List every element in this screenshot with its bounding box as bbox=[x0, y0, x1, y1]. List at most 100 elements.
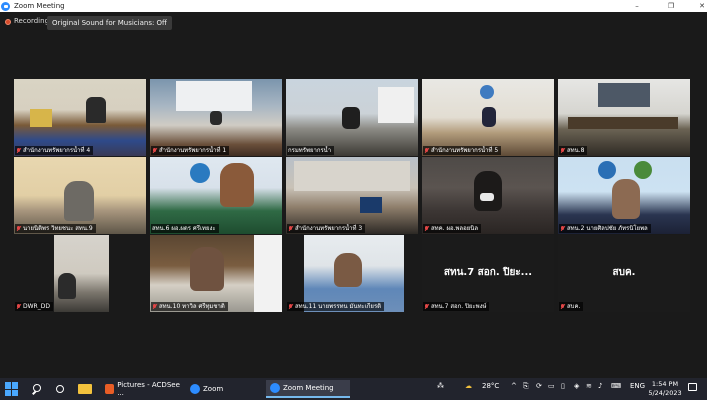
mic-muted-icon bbox=[560, 303, 565, 310]
participant-tile[interactable]: สำนักงานทรัพยากรน้ำที่ 5 bbox=[422, 79, 554, 156]
mic-muted-icon bbox=[288, 303, 293, 310]
participant-display-name: สทน.7 สอก. ปิยะ... bbox=[443, 267, 533, 278]
participant-name-tag: สทน.8 bbox=[559, 146, 588, 155]
participant-tile[interactable]: สทน.6 ผอ.ผดร ศรีเทยงะ bbox=[150, 157, 282, 234]
person-silhouette bbox=[86, 97, 106, 123]
participant-name: กรมทรัพยากรน้ำ bbox=[288, 147, 332, 154]
file-explorer-icon[interactable] bbox=[78, 384, 92, 394]
windows-start-icon[interactable] bbox=[5, 382, 19, 396]
participant-name: นายนิติพร วิทยชนะ สทน.9 bbox=[23, 225, 93, 232]
participant-tile[interactable]: DWR_DD bbox=[14, 235, 146, 312]
battery-icon[interactable]: ▯ bbox=[561, 382, 565, 390]
notification-icon[interactable] bbox=[688, 383, 697, 391]
participant-name: สบค. bbox=[567, 303, 581, 310]
participant-name: สทน.10 ทาวิล ศรีทุมชาติ bbox=[159, 303, 225, 310]
wall-screen bbox=[598, 83, 650, 107]
participant-name-tag: สทน.11 นายพรรทน มันทะเกียรติ bbox=[287, 302, 385, 311]
participant-tile[interactable]: สทน.8 bbox=[558, 79, 690, 156]
whiteboard bbox=[378, 87, 414, 123]
participant-name-tag: สทค. ผอ.พลอยนิล bbox=[423, 224, 482, 233]
participant-name: DWR_DD bbox=[23, 303, 50, 310]
taskbar-app-label: Zoom Meeting bbox=[283, 384, 334, 392]
sync-icon[interactable]: ⟳ bbox=[536, 382, 542, 390]
taskbar-app-zoom-meeting[interactable]: Zoom Meeting bbox=[266, 380, 350, 398]
recording-label[interactable]: Recording bbox=[14, 17, 49, 25]
wifi-icon[interactable]: ≋ bbox=[586, 382, 592, 390]
clock-date: 5/24/2023 bbox=[648, 389, 682, 397]
original-sound-toggle[interactable]: Original Sound for Musicians: Off bbox=[47, 16, 172, 30]
person-silhouette bbox=[342, 107, 360, 129]
participant-name: สทค. ผอ.พลอยนิล bbox=[431, 225, 479, 232]
participant-tile[interactable]: สทค. ผอ.พลอยนิล bbox=[422, 157, 554, 234]
person-silhouette bbox=[482, 107, 496, 127]
participant-tile[interactable]: สทน.2 นายศิลปชัย ภัทรนิโยพล bbox=[558, 157, 690, 234]
projector-screen bbox=[176, 81, 252, 111]
people-icon[interactable]: ⁂ bbox=[437, 382, 444, 390]
weather-temperature[interactable]: 28°C bbox=[482, 382, 499, 390]
mic-muted-icon bbox=[424, 303, 429, 310]
participant-name: สทน.2 นายศิลปชัย ภัทรนิโยพล bbox=[567, 225, 648, 232]
participant-tile[interactable]: สำนักงานทรัพยากรน้ำที่ 1 bbox=[150, 79, 282, 156]
volume-icon[interactable]: ♪ bbox=[598, 382, 602, 390]
taskbar-app-label: Pictures - ACDSee ... bbox=[117, 381, 180, 397]
mic-muted-icon bbox=[560, 225, 565, 232]
participant-tile[interactable]: สทน.10 ทาวิล ศรีทุมชาติ bbox=[150, 235, 282, 312]
conference-table bbox=[568, 117, 678, 129]
video-feed bbox=[150, 157, 282, 234]
recording-icon[interactable] bbox=[5, 19, 11, 25]
participant-name: สทน.8 bbox=[567, 147, 585, 154]
participant-name-tag: สำนักงานทรัพยากรน้ำที่ 3 bbox=[287, 224, 366, 233]
participant-tile[interactable]: นายนิติพร วิทยชนะ สทน.9 bbox=[14, 157, 146, 234]
monitor bbox=[360, 197, 382, 213]
participant-name: สำนักงานทรัพยากรน้ำที่ 4 bbox=[23, 147, 91, 154]
participant-name-tag: สำนักงานทรัพยากรน้ำที่ 5 bbox=[423, 146, 502, 155]
keyboard-icon[interactable]: ⌨ bbox=[611, 382, 621, 390]
task-view-icon[interactable] bbox=[53, 382, 67, 396]
taskbar-app-acdsee[interactable]: Pictures - ACDSee ... bbox=[101, 380, 183, 398]
participant-name-tag: DWR_DD bbox=[15, 302, 53, 311]
recording-bar: Recording Original Sound for Musicians: … bbox=[0, 14, 707, 32]
maximize-button[interactable]: ❐ bbox=[659, 0, 683, 12]
window-title: Zoom Meeting bbox=[14, 2, 65, 10]
system-clock[interactable]: 1:54 PM 5/24/2023 bbox=[648, 380, 682, 398]
participant-name: สทน.6 ผอ.ผดร ศรีเทยงะ bbox=[152, 225, 216, 232]
participant-tile[interactable]: สทน.11 นายพรรทน มันทะเกียรติ bbox=[286, 235, 418, 312]
mic-muted-icon bbox=[424, 225, 429, 232]
face-mask bbox=[480, 193, 494, 201]
person-face bbox=[612, 179, 640, 219]
person-silhouette bbox=[64, 181, 94, 221]
show-hidden-icons-icon[interactable]: ^ bbox=[511, 382, 517, 390]
zoom-logo-icon bbox=[1, 1, 10, 11]
mic-muted-icon bbox=[16, 225, 21, 232]
weather-icon[interactable]: ☁ bbox=[465, 382, 472, 390]
participant-name-tag: สำนักงานทรัพยากรน้ำที่ 4 bbox=[15, 146, 94, 155]
wall bbox=[254, 235, 282, 312]
display-icon[interactable]: ▭ bbox=[548, 382, 555, 390]
participant-tile[interactable]: สำนักงานทรัพยากรน้ำที่ 4 bbox=[14, 79, 146, 156]
security-icon[interactable]: ◈ bbox=[574, 382, 579, 390]
mic-muted-icon bbox=[16, 303, 21, 310]
clipboard-icon[interactable]: ⎘ bbox=[523, 382, 529, 391]
participant-name: สำนักงานทรัพยากรน้ำที่ 3 bbox=[295, 225, 363, 232]
agency-logo bbox=[634, 161, 652, 179]
participant-name-tag: สบค. bbox=[559, 302, 584, 311]
participant-name-tag: สำนักงานทรัพยากรน้ำที่ 1 bbox=[151, 146, 230, 155]
participant-tile-no-video[interactable]: สบค. สบค. bbox=[558, 235, 690, 312]
mic-muted-icon bbox=[152, 147, 157, 154]
close-button[interactable]: ✕ bbox=[690, 0, 707, 12]
minimize-button[interactable]: – bbox=[625, 0, 649, 12]
search-icon[interactable] bbox=[30, 382, 44, 396]
window-titlebar: Zoom Meeting – ❐ ✕ bbox=[0, 0, 707, 12]
input-language[interactable]: ENG bbox=[630, 382, 645, 390]
mic-muted-icon bbox=[288, 225, 293, 232]
participant-name: สำนักงานทรัพยากรน้ำที่ 5 bbox=[431, 147, 499, 154]
participant-name: สำนักงานทรัพยากรน้ำที่ 1 bbox=[159, 147, 227, 154]
participant-tile-no-video[interactable]: สทน.7 สอก. ปิยะ... สทน.7 สอก. ปิยะพงษ์ bbox=[422, 235, 554, 312]
participant-name-tag: สทน.10 ทาวิล ศรีทุมชาติ bbox=[151, 302, 228, 311]
person-silhouette bbox=[474, 171, 502, 211]
taskbar-app-zoom[interactable]: Zoom bbox=[186, 380, 262, 398]
participant-tile-active-speaker[interactable]: กรมทรัพยากรน้ำ bbox=[286, 79, 418, 156]
participant-tile[interactable]: สำนักงานทรัพยากรน้ำที่ 3 bbox=[286, 157, 418, 234]
department-logo bbox=[480, 85, 494, 99]
windows-taskbar: Pictures - ACDSee ... Zoom Zoom Meeting … bbox=[0, 378, 707, 400]
